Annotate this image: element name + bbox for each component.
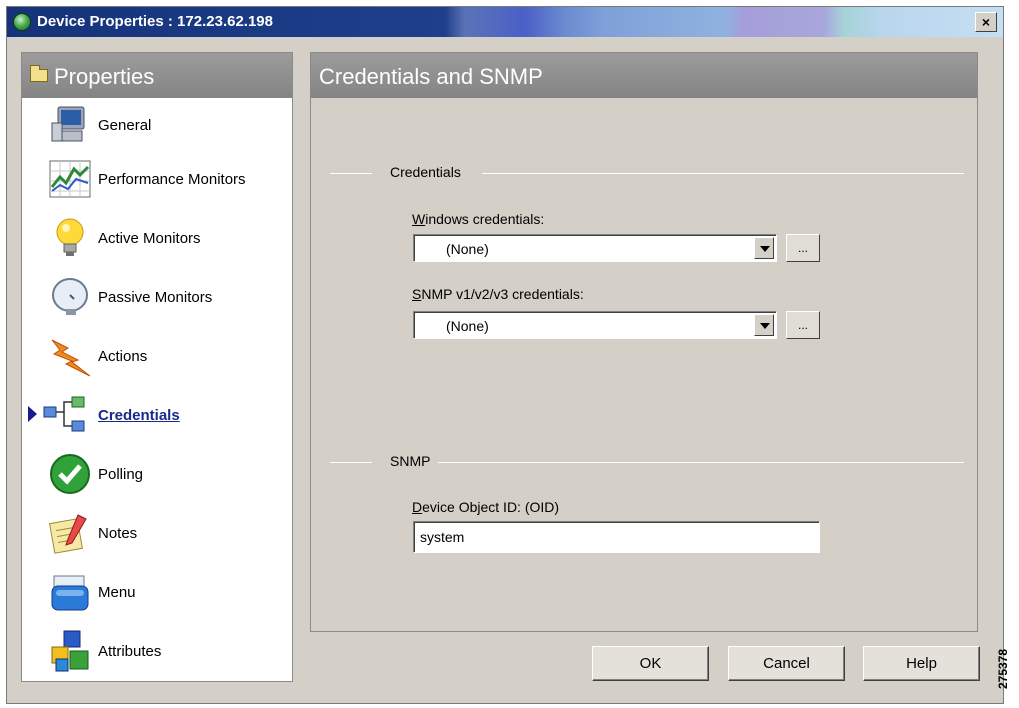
sidebar-item-label: Active Monitors (98, 230, 201, 247)
group-divider (330, 173, 372, 174)
computer-icon (51, 106, 85, 142)
snmp-credentials-browse-button[interactable]: ... (786, 311, 820, 339)
sidebar-item-label: Credentials (98, 407, 180, 424)
sidebar-item-active-monitors[interactable]: Active Monitors (22, 212, 292, 268)
group-divider (438, 462, 964, 463)
window-title: Device Properties : 172.23.62.198 (37, 13, 273, 30)
cancel-button[interactable]: Cancel (728, 646, 845, 681)
sidebar-title: Properties (54, 64, 155, 89)
help-button[interactable]: Help (863, 646, 980, 681)
group-divider (482, 173, 964, 174)
network-icon (43, 396, 85, 432)
sidebar-item-label: Menu (98, 584, 136, 601)
windows-credentials-dropdown[interactable]: (None) (413, 234, 777, 262)
lightbulb-icon (56, 218, 84, 256)
figure-id-text: 275378 (996, 648, 1011, 690)
device-object-id-field[interactable] (413, 521, 820, 553)
sidebar-item-label: Attributes (98, 643, 162, 660)
figure-id: 275378 (996, 640, 1019, 700)
sidebar-item-passive-monitors[interactable]: Passive Monitors (22, 271, 292, 327)
app-icon (13, 13, 31, 31)
panel-title: Credentials and SNMP (319, 64, 543, 89)
sidebar-header: Properties (22, 53, 292, 98)
access-key: W (412, 211, 426, 227)
sidebar-item-label: Polling (98, 466, 144, 483)
sidebar-item-credentials[interactable]: Credentials (22, 389, 292, 445)
chevron-down-icon[interactable] (754, 314, 774, 336)
dropdown-value: (None) (446, 241, 489, 257)
snmp-group-title: SNMP (390, 453, 431, 469)
close-button[interactable]: × (975, 12, 997, 32)
menu-folder-icon (51, 575, 89, 611)
access-key: D (412, 499, 423, 515)
panel-header: Credentials and SNMP (311, 53, 977, 98)
credentials-group-title: Credentials (390, 164, 461, 180)
windows-credentials-browse-button[interactable]: ... (786, 234, 820, 262)
sidebar-item-label: Notes (98, 525, 138, 542)
windows-credentials-label: Windows credentials: (412, 211, 544, 227)
satellite-dish-icon (52, 278, 88, 315)
sidebar-item-notes[interactable]: Notes (22, 507, 292, 563)
label-text: evice Object ID: (OID) (422, 499, 560, 515)
device-object-id-input[interactable] (414, 522, 819, 552)
sidebar-item-label: Passive Monitors (98, 289, 213, 306)
title-bar[interactable]: Device Properties : 172.23.62.198 × (7, 7, 1003, 37)
sidebar-item-attributes[interactable]: Attributes (22, 625, 292, 681)
dropdown-value: (None) (446, 318, 489, 334)
selection-arrow-icon (28, 406, 37, 422)
chevron-down-icon[interactable] (754, 237, 774, 259)
lightning-icon (51, 339, 91, 377)
notepad-icon (49, 514, 87, 554)
sidebar-item-label: Actions (98, 348, 148, 365)
blocks-icon (51, 630, 89, 672)
properties-sidebar: Properties General Performance Monitors … (21, 52, 293, 682)
sidebar-item-performance-monitors[interactable]: Performance Monitors (22, 153, 292, 209)
checkmark-icon (50, 454, 90, 494)
folder-icon (30, 65, 48, 82)
device-object-id-label: Device Object ID: (OID) (412, 499, 559, 515)
snmp-credentials-dropdown[interactable]: (None) (413, 311, 777, 339)
sidebar-item-menu[interactable]: Menu (22, 566, 292, 622)
snmp-credentials-label: SNMP v1/v2/v3 credentials: (412, 286, 584, 302)
sidebar-item-label: Performance Monitors (98, 171, 246, 188)
chart-icon (49, 160, 91, 198)
group-divider (330, 462, 372, 463)
ok-button[interactable]: OK (592, 646, 709, 681)
sidebar-item-label: General (98, 117, 152, 134)
sidebar-item-polling[interactable]: Polling (22, 448, 292, 504)
sidebar-item-general[interactable]: General (22, 99, 292, 155)
label-text: indows credentials: (425, 211, 545, 227)
label-text: NMP v1/v2/v3 credentials: (421, 286, 584, 302)
sidebar-item-actions[interactable]: Actions (22, 330, 292, 386)
access-key: S (412, 286, 422, 302)
